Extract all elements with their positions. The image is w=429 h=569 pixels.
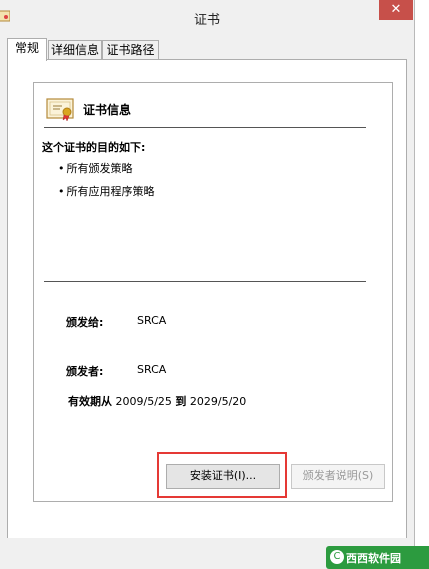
watermark-icon: C <box>330 550 344 564</box>
issued-to-label: 颁发给: <box>66 316 104 329</box>
certificate-info-box: 证书信息 这个证书的目的如下: • 所有颁发策略 • 所有应用程序策略 颁发给: S… <box>33 82 393 502</box>
purpose-list: • 所有颁发策略 • 所有应用程序策略 <box>58 160 155 206</box>
purpose-text: 所有颁发策略 <box>66 162 133 175</box>
list-item: • 所有颁发策略 <box>58 162 133 175</box>
certificate-dialog: 证书 ✕ 常规 详细信息 证书路径 证书信息 这个证书的目的如下: • 所有颁发策… <box>0 0 415 569</box>
issued-by-value: SRCA <box>137 363 167 376</box>
divider <box>44 281 366 282</box>
list-item: • 所有应用程序策略 <box>58 185 155 198</box>
valid-from-value: 2009/5/25 <box>115 395 172 408</box>
divider <box>44 127 366 128</box>
watermark-logo: C 西西软件园 <box>326 546 429 569</box>
certificate-heading: 证书信息 <box>83 103 132 117</box>
issued-by-label: 颁发者: <box>66 365 104 378</box>
valid-to-label: 到 <box>175 395 187 408</box>
window-title: 证书 <box>193 13 220 28</box>
tab-certification-path[interactable]: 证书路径 <box>102 40 159 60</box>
issuer-statement-button[interactable]: 颁发者说明(S) <box>291 464 385 489</box>
certificate-icon <box>46 98 74 121</box>
validity-row: 有效期从 2009/5/25 到 2029/5/20 <box>68 393 246 409</box>
close-button[interactable]: ✕ <box>379 0 413 20</box>
valid-from-label: 有效期从 <box>68 395 112 408</box>
purpose-title: 这个证书的目的如下: <box>42 141 146 154</box>
watermark-text: 西西软件园 <box>346 552 401 565</box>
valid-to-value: 2029/5/20 <box>189 395 247 408</box>
close-icon: ✕ <box>390 2 402 17</box>
tab-details[interactable]: 详细信息 <box>48 40 102 60</box>
purpose-text: 所有应用程序策略 <box>66 185 155 198</box>
issued-to-value: SRCA <box>137 314 167 327</box>
title-bar[interactable]: 证书 ✕ <box>0 0 414 34</box>
install-certificate-button[interactable]: 安装证书(I)... <box>166 464 280 489</box>
tab-general[interactable]: 常规 <box>7 38 47 61</box>
